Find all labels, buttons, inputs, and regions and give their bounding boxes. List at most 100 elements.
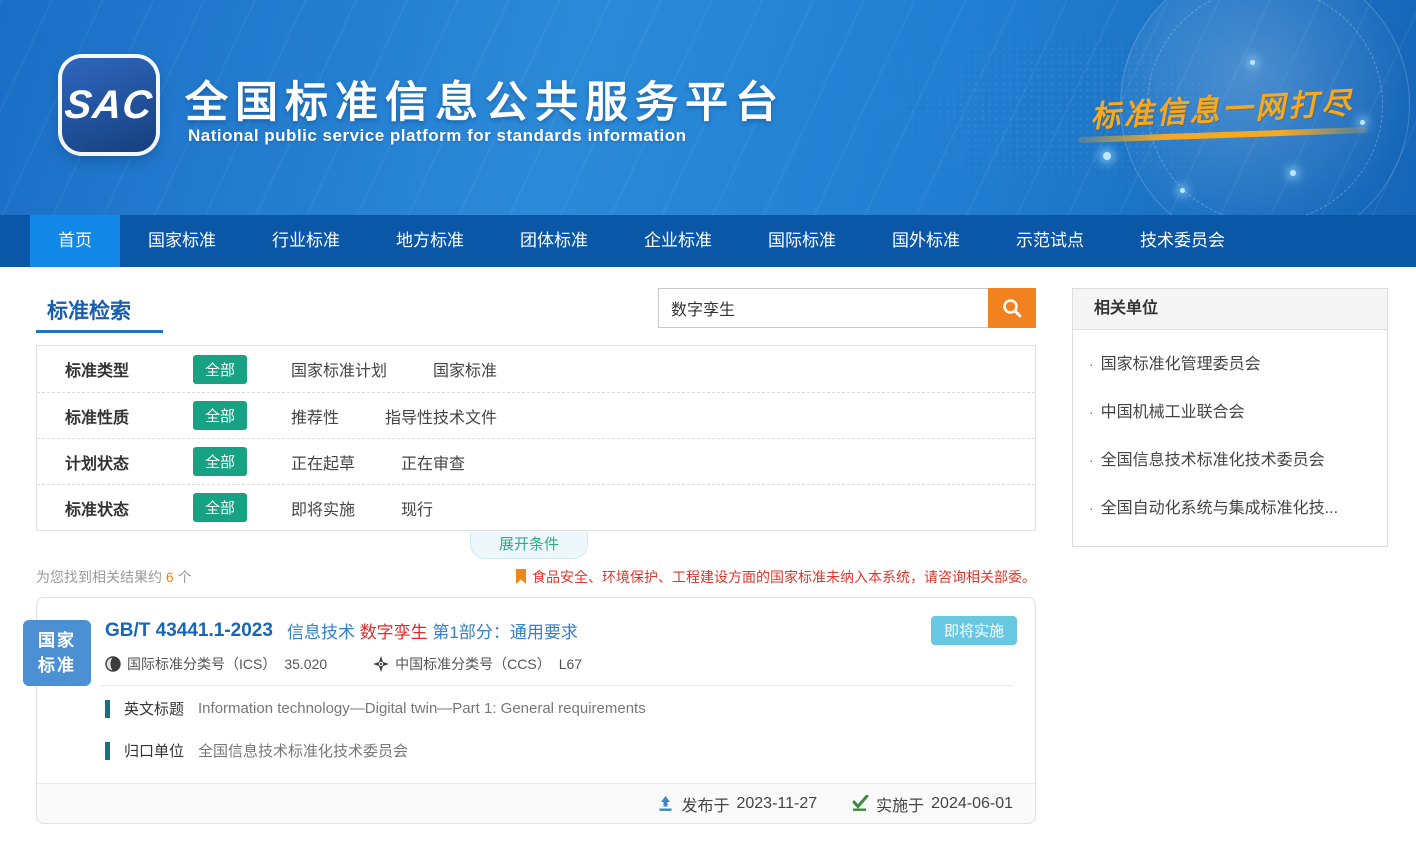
badge-line2: 标准 [23,653,91,679]
bullet: · [1089,452,1094,468]
nav-tab-home[interactable]: 首页 [30,215,120,267]
nav-tab-technical-committee[interactable]: 技术委员会 [1112,215,1253,267]
result-count-number: 6 [166,569,174,585]
published-date-item: 发布于 2023-11-27 [657,792,817,816]
filter-row-standard-status: 标准状态 全部 即将实施 现行 [37,484,1035,530]
status-badge: 即将实施 [931,616,1017,645]
related-units-list: · 国家标准化管理委员会 · 中国机械工业联合会 ·全国信息技术标准化技术委员会 ·… [1073,330,1387,546]
filter-option[interactable]: 国家标准 [433,357,497,381]
committee-row: 归口单位 全国信息技术标准化技术委员会 [105,740,408,761]
spark-dot [1250,60,1255,65]
card-footer: 发布于 2023-11-27 实施于 2024-06-01 [37,783,1035,823]
title-post: 第1部分：通用要求 [428,623,578,642]
filter-option[interactable]: 正在审查 [401,450,465,474]
nav-tab-industry-standards[interactable]: 行业标准 [244,215,368,267]
sidebar: 相关单位 · 国家标准化管理委员会 · 中国机械工业联合会 ·全国信息技术标准化技术… [1072,288,1388,547]
filter-row-standard-nature: 标准性质 全部 推荐性 指导性技术文件 [37,392,1035,438]
nav-tab-international-standards[interactable]: 国际标准 [740,215,864,267]
bullet: · [1089,356,1094,372]
filter-row-plan-status: 计划状态 全部 正在起草 正在审查 [37,438,1035,484]
implemented-date: 2024-06-01 [931,795,1013,813]
main-nav: 首页 国家标准 行业标准 地方标准 团体标准 企业标准 国际标准 国外标准 示范… [0,215,1416,267]
field-label: 归口单位 [124,740,184,761]
title-pre: 信息技术 [287,623,360,642]
filter-option[interactable]: 推荐性 [291,404,339,428]
result-count-suffix: 个 [178,569,192,585]
ics-value: 35.020 [284,656,327,672]
sac-logo[interactable]: SAC [62,58,156,152]
field-value: 全国信息技术标准化技术委员会 [198,740,408,761]
published-date: 2023-11-27 [736,795,817,813]
main-content: 标准检索 标准类型 全部 国家标准计划 国家标准 标准性质 [0,267,1416,845]
spark-dot [1180,188,1185,193]
standard-title-link[interactable]: 信息技术 数字孪生 第1部分：通用要求 [287,618,578,643]
filter-panel: 标准类型 全部 国家标准计划 国家标准 标准性质 全部 推荐性 指导性技术文件 … [36,345,1036,531]
expand-conditions-button[interactable]: 展开条件 [470,532,588,559]
filter-label: 标准性质 [65,404,193,428]
sidebar-item-it-standardization-committee[interactable]: ·全国信息技术标准化技术委员会 [1073,436,1387,484]
sac-logo-text: SAC [63,83,155,128]
page-title: 标准检索 [47,295,131,325]
result-count: 为您找到相关结果约 6 个 [36,567,192,587]
nav-tab-national-standards[interactable]: 国家标准 [120,215,244,267]
english-title-row: 英文标题 Information technology—Digital twin… [105,698,646,719]
spark-dot [1103,152,1111,160]
nav-tab-foreign-standards[interactable]: 国外标准 [864,215,988,267]
sidebar-item-label: 中国机械工业联合会 [1101,404,1245,421]
result-count-prefix: 为您找到相关结果约 [36,569,162,585]
sidebar-item-label: 国家标准化管理委员会 [1101,356,1261,373]
sidebar-item-sac[interactable]: · 国家标准化管理委员会 [1073,340,1387,388]
search-input[interactable] [658,288,988,328]
field-accent-bar [105,700,110,718]
standard-code-link[interactable]: GB/T 43441.1-2023 [105,620,273,642]
related-units-box: 相关单位 · 国家标准化管理委员会 · 中国机械工业联合会 ·全国信息技术标准化技术… [1072,288,1388,547]
ics-label: 国际标准分类号（ICS） [127,654,276,674]
bullet: · [1089,404,1094,420]
sidebar-item-automation-committee[interactable]: · 全国自动化系统与集成标准化技... [1073,484,1387,532]
bullet: · [1089,500,1094,516]
globe-icon [105,656,121,672]
filter-label: 标准状态 [65,496,193,520]
sidebar-item-machinery-federation[interactable]: · 中国机械工业联合会 [1073,388,1387,436]
national-standard-badge: 国家 标准 [23,620,91,686]
nav-tab-enterprise-standards[interactable]: 企业标准 [616,215,740,267]
field-accent-bar [105,742,110,760]
filter-option[interactable]: 现行 [401,496,433,520]
title-highlight: 数字孪生 [360,623,428,642]
field-label: 英文标题 [124,698,184,719]
filter-label: 计划状态 [65,450,193,474]
site-title-chinese: 全国标准信息公共服务平台 [185,68,785,130]
filter-row-standard-type: 标准类型 全部 国家标准计划 国家标准 [37,346,1035,392]
nav-tab-pilot[interactable]: 示范试点 [988,215,1112,267]
ccs-value: L67 [559,656,582,672]
site-title-english: National public service platform for sta… [188,126,686,146]
card-header: GB/T 43441.1-2023 信息技术 数字孪生 第1部分：通用要求 即将… [105,616,1017,645]
filter-all-button[interactable]: 全部 [193,401,247,430]
nav-tab-group-standards[interactable]: 团体标准 [492,215,616,267]
implemented-date-item: 实施于 2024-06-01 [851,792,1013,816]
filter-all-button[interactable]: 全部 [193,493,247,522]
filter-option[interactable]: 国家标准计划 [291,357,387,381]
publish-icon [657,795,674,812]
field-value: Information technology—Digital twin—Part… [198,700,646,717]
compass-icon [373,656,389,672]
published-label: 发布于 [681,792,729,816]
banner: SAC 全国标准信息公共服务平台 National public service… [0,0,1416,215]
search-button[interactable] [988,288,1036,328]
card-divider [101,685,1013,686]
sidebar-item-label: 全国自动化系统与集成标准化技... [1101,500,1338,517]
filter-all-button[interactable]: 全部 [193,447,247,476]
implemented-label: 实施于 [876,792,924,816]
filter-option[interactable]: 正在起草 [291,450,355,474]
filter-all-button[interactable]: 全部 [193,355,247,384]
check-icon [851,795,869,812]
related-units-title: 相关单位 [1073,289,1387,330]
search-icon [1001,297,1023,319]
filter-option[interactable]: 即将实施 [291,496,355,520]
search-box [658,288,1036,328]
nav-tab-local-standards[interactable]: 地方标准 [368,215,492,267]
system-notice: 食品安全、环境保护、工程建设方面的国家标准未纳入本系统，请咨询相关部委。 [515,567,1036,587]
standard-result-card: 国家 标准 GB/T 43441.1-2023 信息技术 数字孪生 第1部分：通… [36,597,1036,824]
filter-option[interactable]: 指导性技术文件 [385,404,497,428]
classification-row: 国际标准分类号（ICS） 35.020 中国标准分类号（CCS） L67 [105,654,582,674]
